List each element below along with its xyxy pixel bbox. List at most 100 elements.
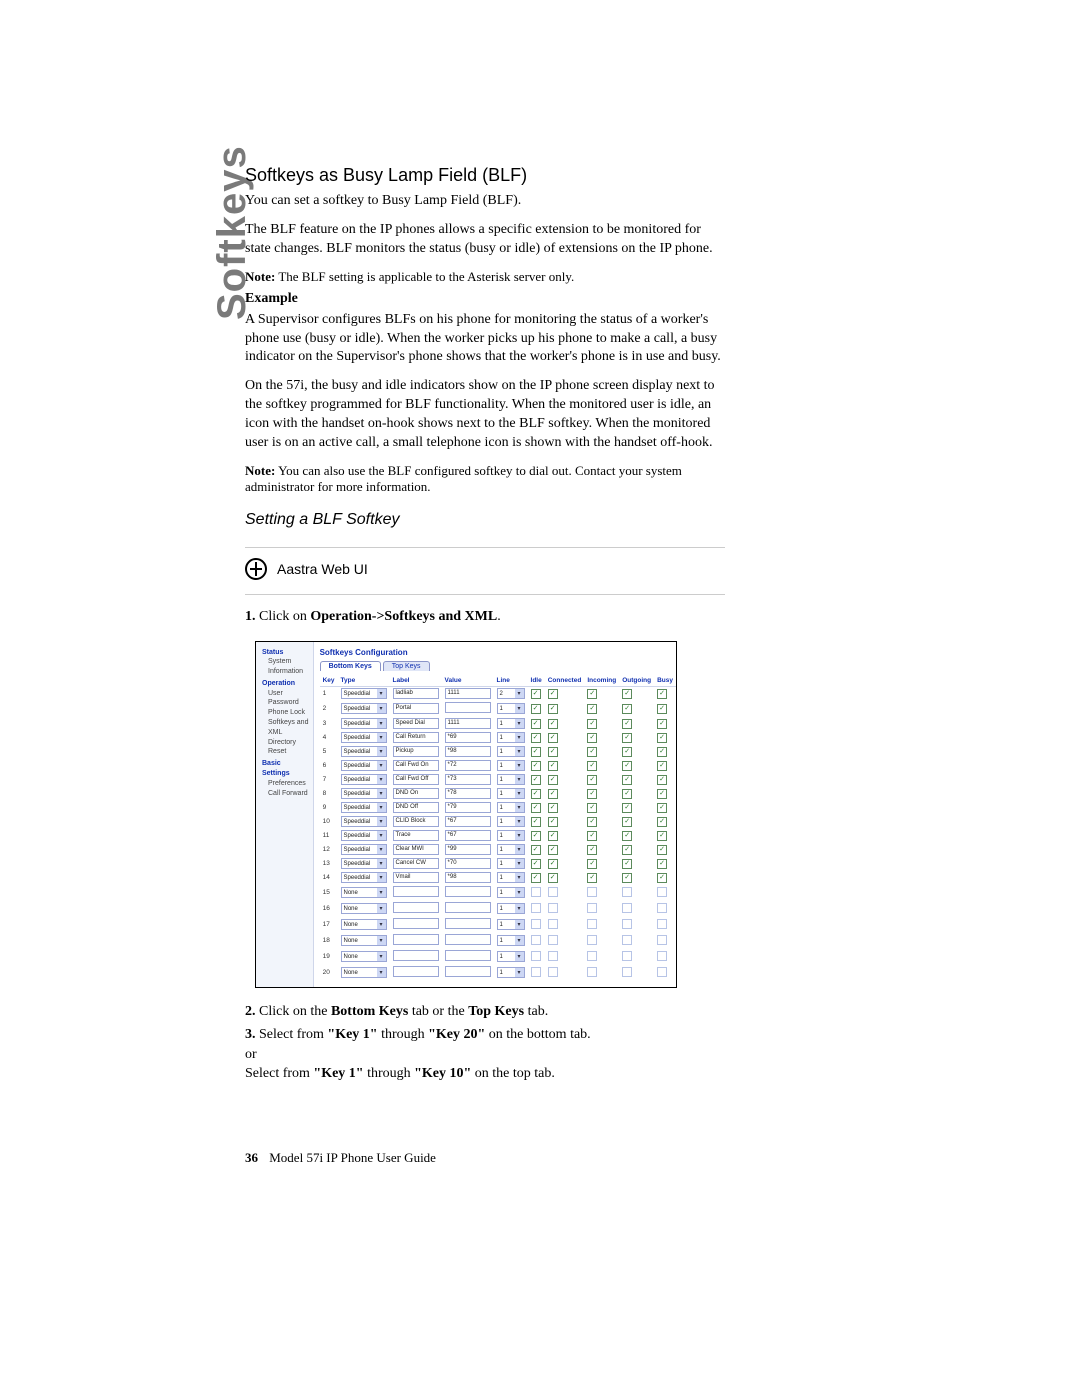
nav-link-softkeys-xml[interactable]: Softkeys and XML: [262, 718, 309, 738]
cell-busy[interactable]: [654, 801, 676, 815]
cell-idle[interactable]: [528, 731, 545, 745]
cell-value[interactable]: *73: [442, 773, 494, 787]
cell-connected[interactable]: [545, 773, 585, 787]
cell-outgoing[interactable]: [619, 949, 654, 965]
cell-incoming[interactable]: [584, 701, 619, 717]
nav-link-preferences[interactable]: Preferences: [262, 779, 309, 789]
cell-busy[interactable]: [654, 829, 676, 843]
cell-busy[interactable]: [654, 917, 676, 933]
cell-idle[interactable]: [528, 885, 545, 901]
cell-idle[interactable]: [528, 717, 545, 731]
cell-outgoing[interactable]: [619, 759, 654, 773]
cell-type[interactable]: Speeddial▾: [338, 773, 390, 787]
cell-outgoing[interactable]: [619, 745, 654, 759]
cell-value[interactable]: *70: [442, 857, 494, 871]
cell-busy[interactable]: [654, 843, 676, 857]
cell-label[interactable]: Call Fwd Off: [390, 773, 442, 787]
cell-connected[interactable]: [545, 917, 585, 933]
cell-line[interactable]: 1▾: [494, 965, 528, 981]
cell-line[interactable]: 1▾: [494, 829, 528, 843]
cell-line[interactable]: 1▾: [494, 901, 528, 917]
cell-connected[interactable]: [545, 857, 585, 871]
cell-busy[interactable]: [654, 731, 676, 745]
cell-idle[interactable]: [528, 857, 545, 871]
cell-line[interactable]: 1▾: [494, 843, 528, 857]
cell-connected[interactable]: [545, 731, 585, 745]
cell-label[interactable]: [390, 933, 442, 949]
cell-type[interactable]: None▾: [338, 965, 390, 981]
cell-type[interactable]: Speeddial▾: [338, 801, 390, 815]
cell-busy[interactable]: [654, 773, 676, 787]
cell-busy[interactable]: [654, 933, 676, 949]
cell-busy[interactable]: [654, 965, 676, 981]
cell-busy[interactable]: [654, 901, 676, 917]
cell-value[interactable]: [442, 965, 494, 981]
cell-label[interactable]: Call Return: [390, 731, 442, 745]
nav-link-system-info[interactable]: System Information: [262, 657, 309, 677]
cell-line[interactable]: 1▾: [494, 731, 528, 745]
cell-incoming[interactable]: [584, 731, 619, 745]
cell-idle[interactable]: [528, 933, 545, 949]
cell-label[interactable]: DND Off: [390, 801, 442, 815]
cell-line[interactable]: 1▾: [494, 949, 528, 965]
cell-connected[interactable]: [545, 933, 585, 949]
cell-idle[interactable]: [528, 829, 545, 843]
cell-line[interactable]: 1▾: [494, 701, 528, 717]
cell-line[interactable]: 1▾: [494, 801, 528, 815]
cell-outgoing[interactable]: [619, 801, 654, 815]
cell-value[interactable]: [442, 949, 494, 965]
cell-label[interactable]: Pickup: [390, 745, 442, 759]
cell-busy[interactable]: [654, 857, 676, 871]
cell-line[interactable]: 1▾: [494, 787, 528, 801]
cell-type[interactable]: Speeddial▾: [338, 745, 390, 759]
cell-busy[interactable]: [654, 885, 676, 901]
cell-outgoing[interactable]: [619, 829, 654, 843]
cell-label[interactable]: Vmail: [390, 871, 442, 885]
nav-link-call-forward[interactable]: Call Forward: [262, 789, 309, 799]
cell-label[interactable]: [390, 949, 442, 965]
cell-line[interactable]: 1▾: [494, 745, 528, 759]
cell-label[interactable]: Call Fwd On: [390, 759, 442, 773]
cell-idle[interactable]: [528, 701, 545, 717]
cell-outgoing[interactable]: [619, 933, 654, 949]
cell-line[interactable]: 1▾: [494, 815, 528, 829]
cell-idle[interactable]: [528, 745, 545, 759]
cell-outgoing[interactable]: [619, 917, 654, 933]
cell-incoming[interactable]: [584, 871, 619, 885]
cell-type[interactable]: None▾: [338, 917, 390, 933]
cell-idle[interactable]: [528, 843, 545, 857]
cell-connected[interactable]: [545, 801, 585, 815]
cell-outgoing[interactable]: [619, 717, 654, 731]
cell-outgoing[interactable]: [619, 701, 654, 717]
cell-type[interactable]: None▾: [338, 885, 390, 901]
cell-connected[interactable]: [545, 686, 585, 701]
cell-busy[interactable]: [654, 686, 676, 701]
cell-type[interactable]: Speeddial▾: [338, 871, 390, 885]
cell-busy[interactable]: [654, 701, 676, 717]
cell-type[interactable]: Speeddial▾: [338, 843, 390, 857]
cell-incoming[interactable]: [584, 857, 619, 871]
cell-incoming[interactable]: [584, 965, 619, 981]
cell-type[interactable]: Speeddial▾: [338, 686, 390, 701]
cell-type[interactable]: None▾: [338, 949, 390, 965]
cell-outgoing[interactable]: [619, 686, 654, 701]
cell-type[interactable]: Speeddial▾: [338, 701, 390, 717]
tab-bottom-keys[interactable]: Bottom Keys: [320, 661, 381, 671]
cell-value[interactable]: [442, 917, 494, 933]
cell-value[interactable]: *98: [442, 745, 494, 759]
cell-incoming[interactable]: [584, 787, 619, 801]
cell-value[interactable]: *78: [442, 787, 494, 801]
cell-outgoing[interactable]: [619, 885, 654, 901]
cell-incoming[interactable]: [584, 801, 619, 815]
cell-connected[interactable]: [545, 829, 585, 843]
nav-link-reset[interactable]: Reset: [262, 747, 309, 757]
cell-outgoing[interactable]: [619, 857, 654, 871]
cell-connected[interactable]: [545, 885, 585, 901]
nav-link-user-password[interactable]: User Password: [262, 689, 309, 709]
cell-idle[interactable]: [528, 686, 545, 701]
cell-value[interactable]: *67: [442, 829, 494, 843]
nav-link-directory[interactable]: Directory: [262, 738, 309, 748]
cell-incoming[interactable]: [584, 686, 619, 701]
cell-outgoing[interactable]: [619, 815, 654, 829]
cell-idle[interactable]: [528, 901, 545, 917]
